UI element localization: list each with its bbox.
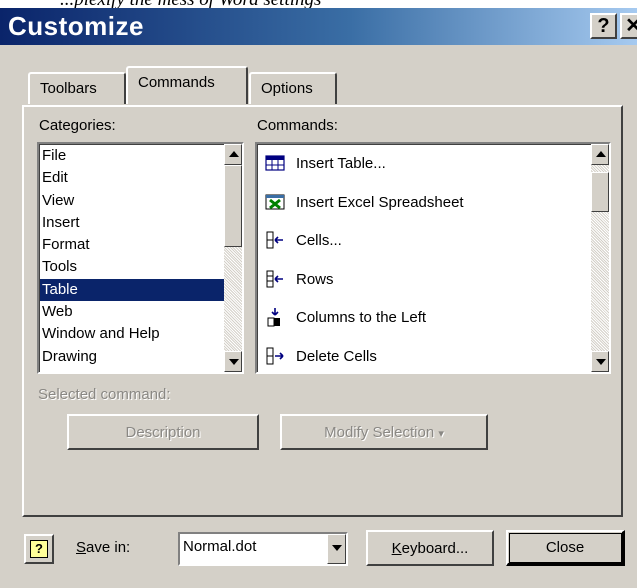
selected-command-label: Selected command:	[38, 386, 171, 403]
categories-list: File Edit View Insert Format Tools Table…	[39, 144, 224, 372]
insert-table-icon	[265, 155, 285, 171]
tab-commands[interactable]: Commands	[126, 66, 248, 104]
tab-options-label: Options	[261, 80, 313, 97]
command-label: Delete Cells	[296, 347, 377, 365]
command-item[interactable]: Insert Excel Spreadsheet	[258, 184, 591, 223]
keyboard-button[interactable]: Keyboard...	[366, 530, 494, 566]
commands-scroll-thumb[interactable]	[591, 172, 609, 212]
categories-scroll-up[interactable]	[224, 144, 242, 165]
commands-panel: Categories: Commands: File Edit View Ins…	[22, 105, 623, 517]
description-button[interactable]: Description	[67, 414, 259, 450]
category-item-table[interactable]: Table	[40, 278, 224, 302]
save-in-dropdown[interactable]	[327, 534, 346, 564]
description-button-label: Description	[125, 423, 201, 441]
commands-list: Insert Table... Insert Excel Spreadsheet	[257, 144, 591, 372]
chevron-down-icon	[332, 545, 342, 551]
arrow-down-icon	[596, 359, 606, 365]
modify-selection-label: Modify Selection	[324, 423, 435, 441]
commands-listbox[interactable]: Insert Table... Insert Excel Spreadsheet	[255, 142, 611, 374]
save-in-value: Normal.dot	[183, 538, 257, 555]
command-label: Columns to the Left	[296, 309, 427, 326]
keyboard-button-label: Keyboard...	[391, 539, 469, 557]
tab-toolbars[interactable]: Toolbars	[28, 72, 126, 104]
window-title: Customize	[8, 11, 144, 41]
tab-toolbars-label: Toolbars	[40, 80, 97, 97]
close-button[interactable]: Close	[506, 530, 625, 566]
commands-label: Commands:	[257, 117, 338, 134]
category-item-insert[interactable]: Insert	[40, 212, 224, 234]
command-item[interactable]: Rows	[258, 261, 591, 300]
help-button[interactable]: ?	[590, 13, 617, 39]
command-item[interactable]: Insert Table...	[258, 145, 591, 184]
category-item-view[interactable]: View	[40, 190, 224, 212]
command-label: Insert Table...	[296, 155, 386, 172]
title-bar[interactable]: Customize ? ✕	[0, 8, 637, 45]
category-item-window-and-help[interactable]: Window and Help	[40, 323, 224, 345]
commands-scroll-up[interactable]	[591, 144, 609, 165]
delete-cells-icon	[266, 347, 284, 364]
tab-options[interactable]: Options	[249, 72, 337, 104]
insert-cells-icon	[266, 231, 283, 249]
categories-label: Categories:	[39, 117, 116, 134]
categories-scrollbar[interactable]	[224, 144, 242, 372]
save-in-select[interactable]: Normal.dot	[178, 532, 348, 566]
categories-scroll-down[interactable]	[224, 351, 242, 372]
excel-spreadsheet-icon	[265, 194, 285, 209]
commands-scrollbar[interactable]	[591, 144, 609, 372]
insert-columns-left-icon	[267, 308, 280, 327]
insert-rows-icon	[266, 270, 283, 287]
command-item[interactable]: Delete Cells	[258, 338, 591, 373]
category-item-file[interactable]: File	[40, 145, 224, 167]
save-in-label: Save in:	[76, 539, 131, 556]
category-item-drawing[interactable]: Drawing	[40, 346, 224, 368]
dropdown-arrow-icon: ▾	[438, 427, 444, 440]
modify-selection-button[interactable]: Modify Selection ▾	[280, 414, 488, 450]
arrow-up-icon	[229, 151, 239, 157]
category-item-web[interactable]: Web	[40, 301, 224, 323]
command-label: Cells...	[296, 232, 342, 249]
command-item[interactable]: Columns to the Left	[258, 299, 591, 338]
categories-listbox[interactable]: File Edit View Insert Format Tools Table…	[37, 142, 244, 374]
category-item-format[interactable]: Format	[40, 234, 224, 256]
arrow-down-icon	[229, 359, 239, 365]
command-item[interactable]: Cells...	[258, 222, 591, 261]
command-label: Insert Excel Spreadsheet	[296, 193, 464, 211]
help-icon-button[interactable]: ?	[24, 534, 54, 564]
categories-scroll-thumb[interactable]	[224, 165, 242, 247]
help-question-icon: ?	[30, 540, 48, 558]
category-item-edit[interactable]: Edit	[40, 167, 224, 189]
category-item-tools[interactable]: Tools	[40, 256, 224, 278]
commands-scroll-down[interactable]	[591, 351, 609, 372]
arrow-up-icon	[596, 151, 606, 157]
customize-dialog: Customize ? ✕ Toolbars Commands Options …	[0, 8, 637, 588]
tab-commands-label: Commands	[138, 74, 215, 91]
close-button-label: Close	[545, 539, 585, 556]
close-window-button[interactable]: ✕	[620, 13, 637, 39]
command-label: Rows	[296, 270, 334, 288]
